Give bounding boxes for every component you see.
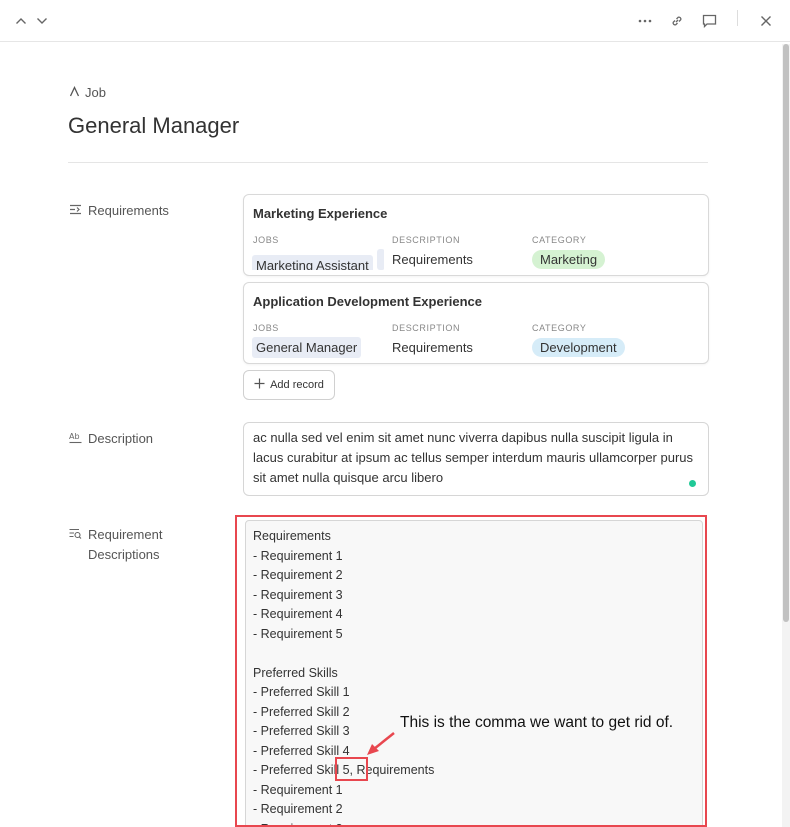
category-pill: Development bbox=[532, 338, 625, 357]
linked-record-card[interactable]: Marketing Experience JOBS Marketing Assi… bbox=[243, 194, 709, 276]
text-field-icon: Ab bbox=[69, 429, 82, 450]
scrollbar[interactable] bbox=[782, 44, 790, 827]
lookup-field-icon bbox=[69, 525, 82, 546]
add-record-label: Add record bbox=[270, 379, 324, 391]
jobs-header: JOBS bbox=[253, 323, 279, 333]
add-record-button[interactable]: Add record bbox=[243, 370, 335, 400]
more-icon[interactable] bbox=[633, 9, 657, 33]
description-header: DESCRIPTION bbox=[392, 235, 461, 245]
toolbar-divider bbox=[737, 10, 738, 26]
card-title: Marketing Experience bbox=[253, 206, 388, 221]
top-toolbar bbox=[0, 0, 790, 42]
requirement-descriptions-box: Requirements - Requirement 1 - Requirement… bbox=[245, 520, 703, 827]
requirement-line: - Requirement 1 bbox=[253, 548, 343, 563]
requirement-line: - Preferred Skill 4 bbox=[253, 743, 350, 758]
job-type-icon bbox=[69, 85, 80, 100]
requirement-line: - Requirement 1 bbox=[253, 782, 343, 797]
comment-icon[interactable] bbox=[697, 9, 721, 33]
jobs-header: JOBS bbox=[253, 235, 279, 245]
requirement-line: - Requirement 2 bbox=[253, 568, 343, 582]
requirement-line: - Preferred Skill 5, Requirements bbox=[253, 763, 435, 777]
category-column: CATEGORY Marketing bbox=[532, 235, 606, 270]
category-column: CATEGORY Development bbox=[532, 323, 625, 358]
category-pill: Marketing bbox=[532, 250, 606, 269]
requirement-line: Requirements bbox=[253, 529, 331, 543]
description-column: DESCRIPTION Requirements bbox=[392, 235, 473, 270]
description-field-label: Ab Description bbox=[69, 429, 153, 450]
title-divider bbox=[68, 162, 708, 163]
description-label-text: Description bbox=[88, 431, 154, 446]
linked-records-icon bbox=[69, 201, 82, 221]
page-title: General Manager bbox=[68, 113, 240, 138]
close-icon[interactable] bbox=[754, 9, 778, 33]
record-kind-label: Job bbox=[85, 85, 106, 100]
requirement-line: - Requirement 3 bbox=[253, 820, 695, 827]
linked-record-card[interactable]: Application Development Experience JOBS … bbox=[243, 282, 709, 364]
job-chip[interactable]: Marketing Assistant bbox=[252, 255, 373, 270]
requirement-descriptions-label-text: Requirement Descriptions bbox=[88, 527, 163, 562]
requirement-line: - Preferred Skill 1 bbox=[253, 685, 350, 699]
chevron-down-icon[interactable] bbox=[30, 9, 54, 33]
description-value: Requirements bbox=[392, 252, 473, 267]
description-textarea[interactable]: ac nulla sed vel enim sit amet nunc vive… bbox=[243, 422, 709, 496]
description-text: ac nulla sed vel enim sit amet nunc vive… bbox=[253, 430, 694, 485]
description-header: DESCRIPTION bbox=[392, 323, 461, 333]
plus-icon bbox=[254, 378, 265, 392]
annotation-text: This is the comma we want to get rid of. bbox=[400, 714, 674, 731]
jobs-column: JOBS Marketing Assistant bbox=[252, 235, 384, 270]
jobs-column: JOBS General Manager bbox=[252, 323, 384, 358]
record-kind: Job bbox=[69, 85, 106, 100]
requirement-line: - Requirement 4 bbox=[253, 607, 343, 621]
link-icon[interactable] bbox=[665, 9, 689, 33]
description-value: Requirements bbox=[392, 340, 473, 355]
requirement-descriptions-field-label: Requirement Descriptions bbox=[69, 525, 162, 565]
category-header: CATEGORY bbox=[532, 323, 587, 333]
status-dot bbox=[689, 480, 696, 487]
svg-text:Ab: Ab bbox=[69, 432, 80, 441]
category-header: CATEGORY bbox=[532, 235, 587, 245]
requirement-lines: Requirements - Requirement 1 - Requirement… bbox=[253, 527, 695, 827]
annotation-arrow-icon bbox=[358, 730, 398, 765]
requirements-label-text: Requirements bbox=[88, 203, 169, 218]
requirements-field-label: Requirements bbox=[69, 201, 169, 221]
scroll-thumb[interactable] bbox=[783, 44, 789, 622]
job-chip-overflow[interactable] bbox=[376, 249, 384, 270]
requirement-line: Preferred Skills bbox=[253, 665, 338, 680]
job-chip[interactable]: General Manager bbox=[252, 337, 362, 358]
requirement-line: - Requirement 5 bbox=[253, 626, 343, 641]
requirement-line: - Requirement 2 bbox=[253, 802, 343, 816]
card-title: Application Development Experience bbox=[253, 294, 483, 309]
requirement-line: - Requirement 3 bbox=[253, 587, 343, 602]
description-column: DESCRIPTION Requirements bbox=[392, 323, 473, 358]
